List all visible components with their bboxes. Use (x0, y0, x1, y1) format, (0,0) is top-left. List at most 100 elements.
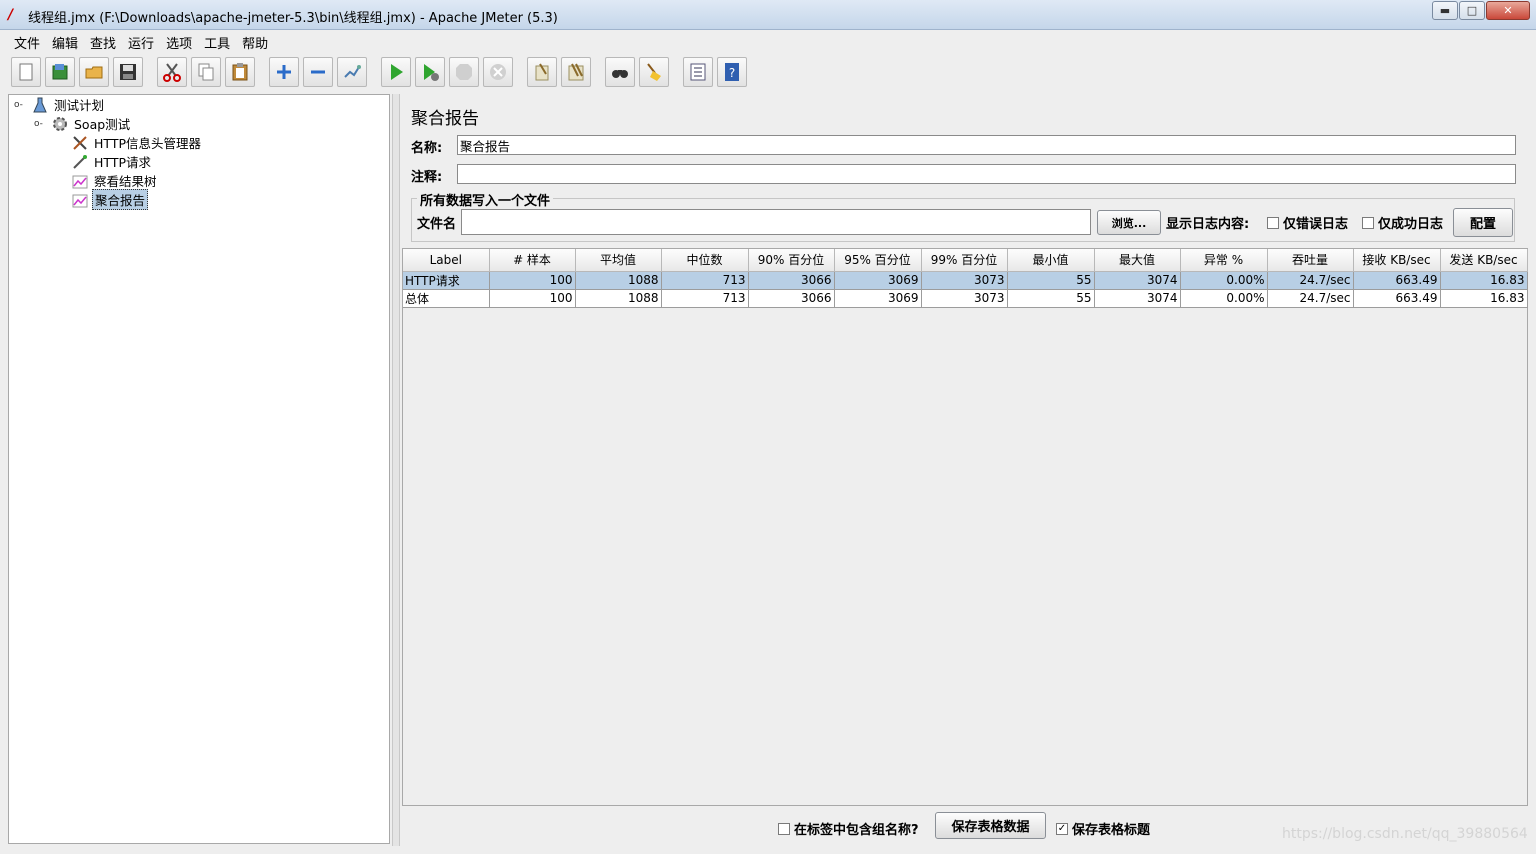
configure-button[interactable]: 配置 (1453, 208, 1513, 237)
tree-node-aggregate-report[interactable]: 聚合报告 (71, 189, 149, 210)
window-controls: ▬ □ ✕ (1432, 1, 1530, 20)
column-header[interactable]: 95% 百分位 (834, 249, 922, 272)
column-header[interactable]: 异常 % (1180, 249, 1268, 272)
new-button[interactable] (11, 57, 41, 87)
browse-button[interactable]: 浏览... (1097, 210, 1161, 235)
open-icon (85, 66, 103, 79)
svg-text:?: ? (729, 66, 735, 80)
success-only-checkbox[interactable]: 仅成功日志 (1362, 213, 1443, 232)
table-row[interactable]: HTTP请求 100 1088 713 3066 3069 3073 55 30… (403, 271, 1528, 290)
paste-button[interactable] (225, 57, 255, 87)
reset-search-icon (647, 63, 661, 81)
column-header[interactable]: 吞吐量 (1267, 249, 1354, 272)
maximize-button[interactable]: □ (1459, 1, 1485, 20)
filename-field[interactable] (461, 209, 1091, 235)
table-cell: HTTP请求 (403, 271, 490, 290)
table-cell: 0.00% (1180, 271, 1268, 290)
name-field[interactable] (457, 135, 1516, 155)
window-title-bar: / 线程组.jmx (F:\Downloads\apache-jmeter-5.… (0, 0, 1536, 30)
column-header[interactable]: 最大值 (1094, 249, 1181, 272)
reset-search-button[interactable] (639, 57, 669, 87)
expand-all-button[interactable] (269, 57, 299, 87)
cut-button[interactable] (157, 57, 187, 87)
stop-button[interactable] (449, 57, 479, 87)
clear-button[interactable] (527, 57, 557, 87)
column-header[interactable]: # 样本 (489, 249, 576, 272)
watermark: https://blog.csdn.net/qq_39880564 (1282, 826, 1528, 842)
table-row[interactable]: 总体 100 1088 713 3066 3069 3073 55 3074 0… (403, 289, 1528, 308)
include-group-checkbox[interactable]: 在标签中包含组名称? (778, 819, 919, 838)
tree-node-thread-group[interactable]: Soap测试 (51, 114, 132, 133)
menu-edit[interactable]: 编辑 (46, 30, 84, 52)
collapse-all-button[interactable] (303, 57, 333, 87)
table-cell: 3069 (834, 289, 922, 308)
copy-icon (198, 63, 214, 81)
menu-file[interactable]: 文件 (8, 30, 46, 52)
column-header[interactable]: 99% 百分位 (921, 249, 1008, 272)
clear-all-button[interactable] (561, 57, 591, 87)
column-header[interactable]: 平均值 (575, 249, 662, 272)
errors-only-checkbox[interactable]: 仅错误日志 (1267, 213, 1348, 232)
clear-icon (535, 63, 549, 81)
table-cell: 16.83 (1440, 271, 1528, 290)
filename-label: 文件名 (417, 217, 457, 232)
column-header[interactable]: 中位数 (661, 249, 749, 272)
log-content-label: 显示日志内容: (1166, 217, 1250, 232)
function-helper-button[interactable] (683, 57, 713, 87)
name-label: 名称: (411, 141, 443, 156)
menu-options[interactable]: 选项 (160, 30, 198, 52)
search-icon (612, 70, 628, 78)
table-cell: 3073 (921, 289, 1008, 308)
table-cell: 3066 (748, 289, 835, 308)
search-button[interactable] (605, 57, 635, 87)
table-cell: 3073 (921, 271, 1008, 290)
tree-node-view-results-tree[interactable]: 察看结果树 (71, 171, 159, 190)
success-only-label: 仅成功日志 (1378, 217, 1444, 232)
help-icon: ? (725, 63, 739, 81)
save-header-checkbox[interactable]: ✓ 保存表格标题 (1056, 819, 1150, 838)
save-table-button[interactable]: 保存表格数据 (935, 812, 1046, 839)
comment-field[interactable] (457, 164, 1516, 184)
save-header-label: 保存表格标题 (1072, 823, 1151, 838)
paste-icon (232, 63, 248, 81)
save-button[interactable] (113, 57, 143, 87)
tree-node-http-request[interactable]: HTTP请求 (71, 152, 153, 171)
table-cell: 3074 (1094, 289, 1181, 308)
column-header[interactable]: 接收 KB/sec (1353, 249, 1441, 272)
start-icon (391, 64, 403, 80)
help-button[interactable]: ? (717, 57, 747, 87)
menu-search[interactable]: 查找 (84, 30, 122, 52)
menu-help[interactable]: 帮助 (236, 30, 274, 52)
column-header[interactable]: 90% 百分位 (748, 249, 835, 272)
tree-node-header-manager[interactable]: HTTP信息头管理器 (71, 133, 203, 152)
tree-toggle-icon[interactable]: o- (14, 100, 23, 110)
table-cell: 0.00% (1180, 289, 1268, 308)
start-no-pause-button[interactable] (415, 57, 445, 87)
column-header[interactable]: 最小值 (1007, 249, 1095, 272)
collapse-icon (311, 70, 325, 74)
templates-button[interactable] (45, 57, 75, 87)
tree-toggle-icon[interactable]: o- (34, 119, 43, 129)
toggle-button[interactable] (337, 57, 367, 87)
menu-bar: 文件 编辑 查找 运行 选项 工具 帮助 (0, 30, 1536, 52)
test-plan-icon (31, 97, 49, 113)
menu-run[interactable]: 运行 (122, 30, 160, 52)
shutdown-button[interactable] (483, 57, 513, 87)
page-title: 聚合报告 (411, 109, 479, 129)
column-header[interactable]: Label (403, 249, 490, 272)
menu-tools[interactable]: 工具 (198, 30, 236, 52)
column-header[interactable]: 发送 KB/sec (1440, 249, 1528, 272)
start-button[interactable] (381, 57, 411, 87)
tree-node-label: 测试计划 (54, 98, 105, 113)
table-header-row: Label # 样本 平均值 中位数 90% 百分位 95% 百分位 99% 百… (403, 249, 1528, 272)
close-button[interactable]: ✕ (1486, 1, 1530, 20)
copy-button[interactable] (191, 57, 221, 87)
cut-icon (163, 63, 181, 82)
open-button[interactable] (79, 57, 109, 87)
minimize-button[interactable]: ▬ (1432, 1, 1458, 20)
tree-node-test-plan[interactable]: 测试计划 (31, 95, 106, 114)
tree-node-label: Soap测试 (74, 117, 131, 132)
table-cell: 总体 (403, 289, 490, 308)
panel-splitter[interactable] (392, 94, 400, 846)
table-cell: 663.49 (1353, 289, 1441, 308)
